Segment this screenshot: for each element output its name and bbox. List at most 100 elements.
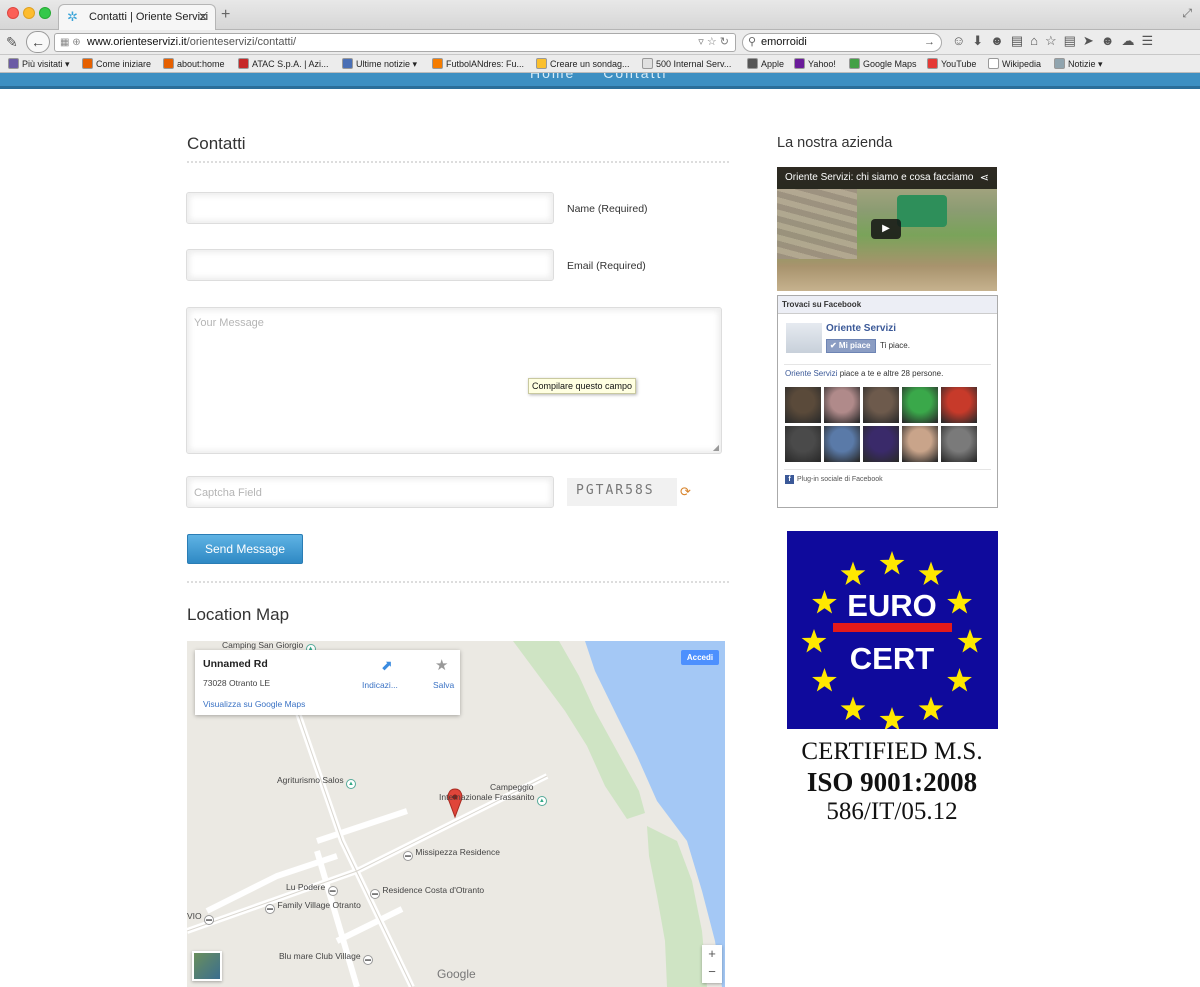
browser-navigation-bar: ✎ ← ▦ ⊕ www.orienteservizi.it/orienteser… (0, 30, 1200, 55)
site-favicon-icon: ✲ (67, 9, 78, 24)
zoom-in-button[interactable]: + (702, 945, 722, 963)
eurocert-stars: EURO CERT (801, 551, 983, 729)
facebook-fan-avatar[interactable] (785, 387, 821, 423)
facebook-fan-avatar[interactable] (824, 387, 860, 423)
bookmark-favicon-icon (8, 58, 19, 69)
eurocert-star-icon (840, 561, 866, 585)
facebook-fan-avatar[interactable] (902, 387, 938, 423)
email-field[interactable] (186, 249, 554, 281)
name-field[interactable] (186, 192, 554, 224)
facebook-like-button[interactable]: ✔ Mi piace (826, 339, 876, 353)
facebook-fan-avatar[interactable] (941, 387, 977, 423)
tab-close-icon[interactable]: ✕ (198, 5, 208, 30)
close-window-button[interactable] (7, 7, 19, 19)
zoom-window-button[interactable] (39, 7, 51, 19)
eurocert-star-icon (947, 590, 972, 614)
directions-link[interactable]: Indicazi... (362, 680, 398, 690)
eurocert-star-icon (812, 590, 837, 614)
search-icon: ⚲ (748, 36, 757, 48)
facebook-fan-avatar[interactable] (785, 426, 821, 462)
eurocert-star-icon (879, 707, 905, 729)
facebook-fan-avatar[interactable] (902, 426, 938, 462)
new-tab-button[interactable]: + (221, 6, 230, 24)
search-bar[interactable]: ⚲ emorroidi → (742, 33, 942, 52)
bookmark-item[interactable]: Come iniziare (82, 58, 151, 69)
bookmark-item[interactable]: YouTube (927, 58, 976, 69)
map-title: Location Map (187, 605, 290, 624)
send-message-button[interactable]: Send Message (187, 534, 303, 564)
facebook-fan-avatar[interactable] (863, 387, 899, 423)
eurocert-cert: CERT (850, 641, 934, 676)
bookmark-favicon-icon (927, 58, 938, 69)
captcha-refresh-icon[interactable]: ⟳ (680, 484, 691, 500)
place-name: Unnamed Rd (203, 658, 268, 670)
directions-icon[interactable]: ⬈ (381, 657, 393, 674)
bookmark-item[interactable]: Wikipedia (988, 58, 1041, 69)
map-label: Internazionale Frassanito ▲ (439, 792, 547, 806)
back-button[interactable]: ← (26, 31, 50, 53)
eurocert-star-icon (918, 561, 944, 585)
facebook-plugin-footer[interactable]: f Plug-in sociale di Facebook (785, 475, 883, 484)
view-on-google-maps-link[interactable]: Visualizza su Google Maps (203, 699, 305, 709)
facebook-you-like: Ti piace. (880, 341, 910, 350)
search-go-icon[interactable]: → (924, 34, 935, 51)
share-icon[interactable]: ⋖ (980, 171, 989, 184)
google-logo: Google (437, 967, 476, 981)
youtube-video[interactable]: Oriente Servizi: chi siamo e cosa faccia… (777, 167, 997, 291)
bookmark-item[interactable]: about:home (163, 58, 225, 69)
email-label: Email (Required) (567, 260, 646, 272)
bookmark-favicon-icon (642, 58, 653, 69)
browser-tab-bar: ✲ Contatti | Oriente Servizi ✕ + ⤢ (0, 0, 1200, 31)
sidebar-title: La nostra azienda (777, 135, 893, 151)
eurocert-euro: EURO (847, 588, 937, 623)
bookmark-item[interactable]: Apple (747, 58, 784, 69)
facebook-fan-avatar[interactable] (824, 426, 860, 462)
captcha-input[interactable]: Captcha Field (186, 476, 554, 508)
bookmark-item[interactable]: Yahoo! (794, 58, 836, 69)
site-identity-icon[interactable]: ▦ ⊕ (60, 34, 81, 51)
map-signin-button[interactable]: Accedi (681, 650, 719, 665)
minimize-window-button[interactable] (23, 7, 35, 19)
toolbar-icons[interactable]: ☺⬇☻▤⌂☆▤➤☻☁☰ (952, 33, 1160, 49)
zoom-out-button[interactable]: − (702, 963, 722, 981)
facebook-page-avatar[interactable] (786, 323, 822, 353)
bookmark-favicon-icon (238, 58, 249, 69)
browser-tab[interactable]: ✲ Contatti | Oriente Servizi ✕ (58, 4, 216, 31)
extension-icon[interactable]: ✎ (6, 34, 18, 51)
place-address: 73028 Otranto LE (203, 678, 271, 688)
bookmark-item[interactable]: Ultime notizie ▾ (342, 58, 417, 70)
bookmark-favicon-icon (794, 58, 805, 69)
message-textarea[interactable]: Your Message ◢ (186, 307, 722, 454)
bookmark-item[interactable]: Più visitati ▾ (8, 58, 70, 70)
bookmark-item[interactable]: Creare un sondag... (536, 58, 630, 69)
star-icon[interactable]: ★ (435, 656, 448, 674)
facebook-fan-avatar[interactable] (863, 426, 899, 462)
video-title[interactable]: Oriente Servizi: chi siamo e cosa faccia… (777, 167, 997, 189)
divider (187, 581, 729, 583)
eurocert-star-icon (879, 551, 905, 575)
facebook-header: Trovaci su Facebook (778, 296, 997, 314)
facebook-page-name[interactable]: Oriente Servizi (826, 323, 896, 334)
save-link[interactable]: Salva (433, 680, 454, 690)
play-icon[interactable]: ▶ (871, 219, 901, 239)
facebook-fan-avatar[interactable] (941, 426, 977, 462)
fullscreen-icon[interactable]: ⤢ (1182, 6, 1192, 21)
bookmark-item[interactable]: Notizie ▾ (1054, 58, 1103, 70)
location-map[interactable]: Camping San Giorgio ▲ Agriturismo Salos … (187, 641, 725, 987)
bookmark-item[interactable]: ATAC S.p.A. | Azi... (238, 58, 329, 69)
map-zoom-control[interactable]: + − (702, 945, 722, 983)
site-nav[interactable]: Home Contatti (530, 73, 667, 81)
bookmark-item[interactable]: 500 Internal Serv... (642, 58, 731, 69)
reload-icon[interactable]: ▿ ☆ ↻ (698, 34, 729, 51)
map-label: Agriturismo Salos ▲ (277, 775, 356, 789)
address-bar[interactable]: ▦ ⊕ www.orienteservizi.it/orienteservizi… (54, 33, 736, 52)
satellite-toggle[interactable] (192, 951, 222, 981)
bookmark-favicon-icon (988, 58, 999, 69)
validation-tooltip: Compilare questo campo (528, 378, 637, 394)
bookmark-item[interactable]: FutbolANdres: Fu... (432, 58, 524, 69)
eurocert-star-icon (947, 668, 972, 692)
resize-grip-icon[interactable]: ◢ (713, 443, 719, 452)
sea-area (585, 641, 725, 987)
map-label: VIO ▬ (187, 911, 215, 925)
bookmark-item[interactable]: Google Maps (849, 58, 917, 69)
